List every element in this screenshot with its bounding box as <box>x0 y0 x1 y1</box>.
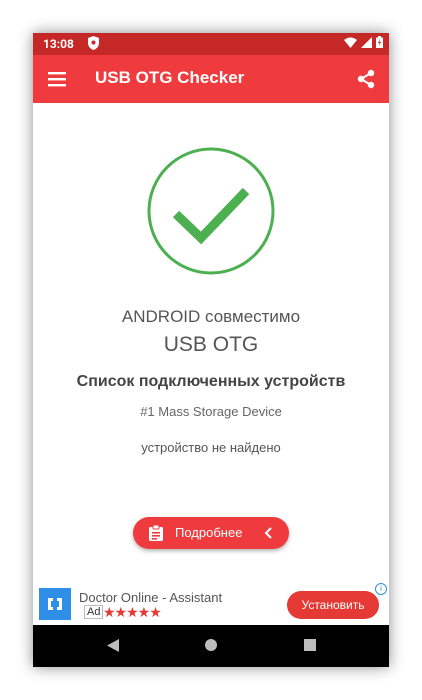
recents-icon[interactable] <box>304 639 316 651</box>
back-icon[interactable] <box>107 639 119 652</box>
wifi-icon <box>344 37 357 48</box>
compatibility-type: USB OTG <box>163 333 259 356</box>
device-status: устройство не найдено <box>141 440 281 455</box>
install-button[interactable]: Установить <box>287 591 379 619</box>
ad-app-logo <box>39 588 71 620</box>
phone-screen: 13:08 USB OTG Checker ANDROID совместимо… <box>33 33 389 667</box>
shield-icon <box>88 36 99 50</box>
share-icon[interactable] <box>355 68 377 90</box>
app-title: USB OTG Checker <box>95 68 245 87</box>
clipboard-icon <box>149 525 163 541</box>
chevron-left-icon <box>264 527 272 539</box>
app-bar: USB OTG Checker <box>33 55 389 103</box>
ad-badge: Ad <box>84 605 104 619</box>
details-button-label: Подробнее <box>175 525 243 540</box>
devices-list-title: Список подключенных устройств <box>76 373 346 390</box>
checkmark-icon <box>147 147 275 275</box>
ad-banner[interactable]: Doctor Online - Assistant Ad ★★★★★ Устан… <box>33 581 389 625</box>
ad-rating-stars: ★★★★★ <box>103 604 162 620</box>
signal-icon <box>361 36 372 48</box>
compatibility-status: ANDROID совместимо <box>121 307 301 326</box>
ad-app-name: Doctor Online - Assistant <box>79 590 223 605</box>
status-time: 13:08 <box>43 37 74 51</box>
system-nav-bar <box>33 625 389 667</box>
home-icon[interactable] <box>205 639 217 651</box>
ad-info-icon[interactable]: i <box>375 583 387 595</box>
status-icons <box>344 36 383 48</box>
device-item: #1 Mass Storage Device <box>140 404 282 419</box>
battery-icon <box>376 36 383 48</box>
hamburger-menu-icon[interactable] <box>47 69 67 89</box>
details-button[interactable]: Подробнее <box>133 517 289 549</box>
status-bar: 13:08 <box>33 33 389 55</box>
